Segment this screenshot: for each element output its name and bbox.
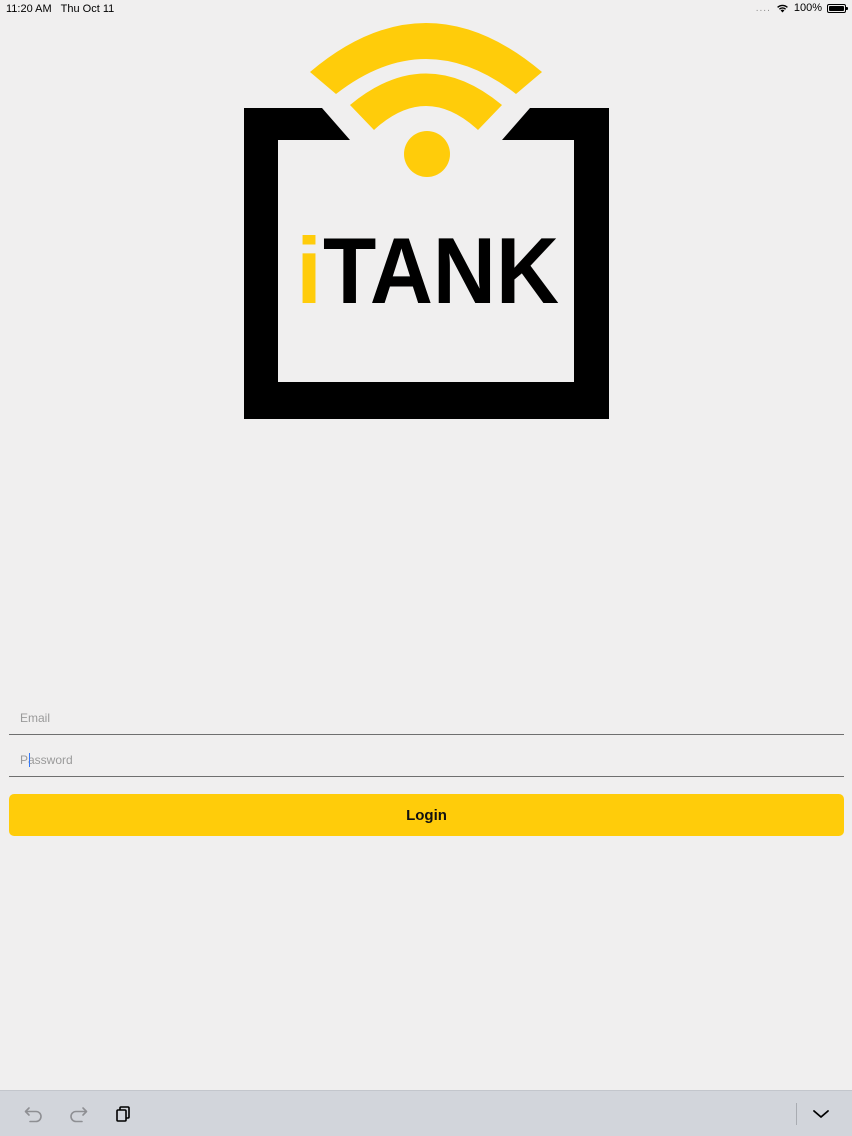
battery-level [829, 5, 844, 11]
paste-button[interactable] [112, 1103, 134, 1125]
keyboard-dismiss-button[interactable] [810, 1103, 832, 1125]
logo-text-tank: TANK [323, 218, 559, 323]
undo-icon [24, 1107, 42, 1123]
logo-wifi-inner-arc [350, 73, 502, 130]
keyboard-shortcut-bar [0, 1090, 852, 1136]
logo-wifi-dot [404, 131, 450, 177]
password-field[interactable] [9, 743, 844, 777]
toolbar-divider [796, 1103, 797, 1125]
password-input[interactable] [9, 743, 844, 776]
battery-percent: 100% [793, 2, 822, 14]
itank-logo: i TANK [244, 23, 609, 419]
status-bar: 11:20 AM Thu Oct 11 .... 100% [0, 0, 852, 18]
email-input[interactable] [9, 701, 844, 734]
text-caret [29, 753, 30, 767]
status-left: 11:20 AM Thu Oct 11 [6, 3, 114, 15]
paste-icon [116, 1106, 130, 1122]
status-time: 11:20 AM [6, 3, 52, 15]
status-date: Thu Oct 11 [60, 3, 115, 15]
logo-text-i: i [296, 218, 322, 323]
email-field[interactable] [9, 701, 844, 735]
keyboard-dismiss-icon [813, 1110, 829, 1118]
signal-dots: .... [755, 2, 771, 14]
login-button[interactable]: Login [9, 794, 844, 836]
login-screen: 11:20 AM Thu Oct 11 .... 100% i TANK Ema… [0, 0, 852, 1136]
status-right: .... 100% [755, 2, 848, 14]
redo-icon [70, 1107, 88, 1123]
wifi-icon [776, 4, 788, 13]
undo-button[interactable] [23, 1103, 45, 1125]
redo-button[interactable] [67, 1103, 89, 1125]
battery-icon [827, 3, 848, 13]
